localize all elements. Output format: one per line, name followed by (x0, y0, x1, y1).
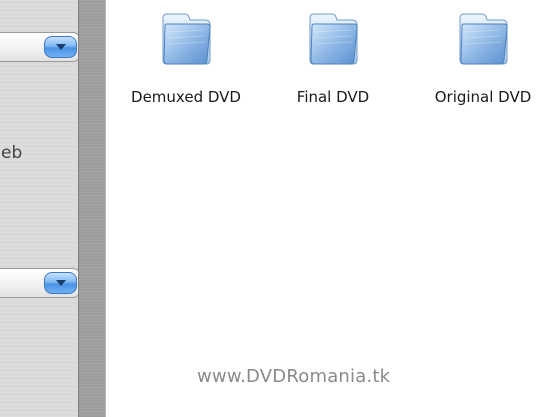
sidebar-dropdown-1[interactable] (0, 32, 80, 62)
folder-icon (459, 13, 508, 65)
folder-icon (309, 13, 358, 65)
chevron-down-icon (55, 44, 66, 50)
dropdown-button-1[interactable] (44, 36, 77, 58)
sidebar-dropdown-2[interactable] (0, 268, 80, 298)
folder-icon (162, 13, 211, 65)
folder-final-dvd[interactable]: Final DVD (278, 8, 388, 106)
folder-label[interactable]: Final DVD (297, 88, 369, 106)
folder-demuxed-dvd[interactable]: Demuxed DVD (112, 8, 260, 106)
window: eb Demuxed DVD Final DVD Original DVD ww… (0, 0, 546, 417)
folder-original-dvd[interactable]: Original DVD (420, 8, 546, 106)
sidebar-partial-label: eb (1, 143, 23, 163)
watermark-text: www.DVDRomania.tk (197, 366, 391, 387)
sidebar-panel: eb (0, 0, 80, 417)
folder-label[interactable]: Demuxed DVD (131, 88, 241, 106)
folder-label[interactable]: Original DVD (435, 88, 532, 106)
chevron-down-icon (55, 280, 66, 286)
dropdown-button-2[interactable] (44, 272, 77, 294)
panel-divider[interactable] (78, 0, 106, 417)
